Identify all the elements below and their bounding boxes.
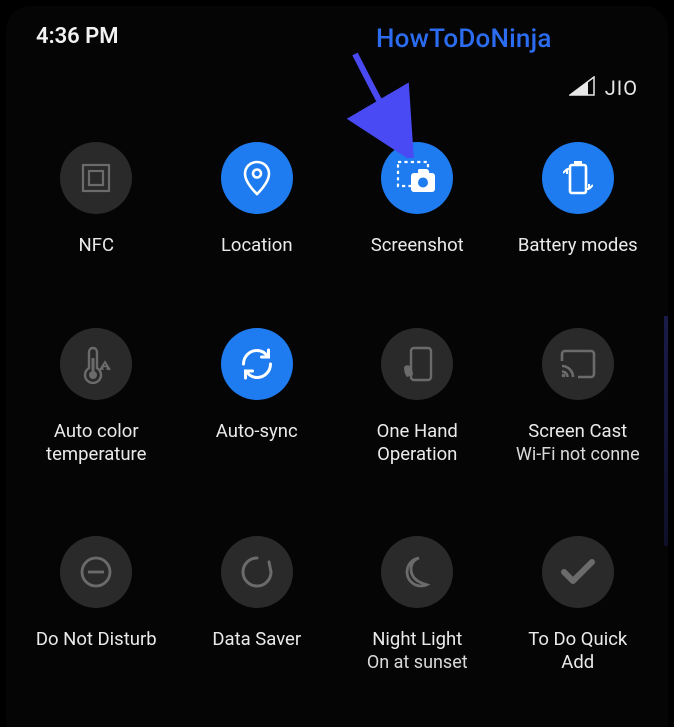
tile-location[interactable]: Location — [177, 142, 338, 258]
tile-label: One Hand Operation — [375, 420, 460, 466]
carrier-label: JIO — [605, 76, 638, 100]
nfc-icon — [60, 142, 132, 214]
tile-label: To Do Quick Add — [526, 628, 629, 674]
tile-todo-quick-add[interactable]: To Do Quick Add — [498, 536, 659, 674]
tile-label: Auto color temperature — [44, 420, 148, 466]
tile-label: Location — [219, 234, 295, 258]
tile-auto-sync[interactable]: Auto-sync — [177, 328, 338, 466]
tile-label: Screen Cast — [526, 420, 629, 444]
tile-sublabel: On at sunset — [367, 652, 468, 674]
tile-sublabel: Wi-Fi not conne — [516, 444, 640, 466]
one-hand-icon — [381, 328, 453, 400]
tile-auto-color-temp[interactable]: Auto color temperature — [16, 328, 177, 466]
decorative-stripe — [664, 316, 668, 546]
tile-label: Night Light — [370, 628, 464, 652]
tile-label: Data Saver — [210, 628, 303, 652]
tile-data-saver[interactable]: Data Saver — [177, 536, 338, 674]
tile-nfc[interactable]: NFC — [16, 142, 177, 258]
moon-icon — [381, 536, 453, 608]
check-icon — [542, 536, 614, 608]
tile-label: Auto-sync — [214, 420, 300, 444]
tile-label: NFC — [77, 234, 116, 258]
clock: 4:36 PM — [36, 24, 119, 49]
data-saver-icon — [221, 536, 293, 608]
cast-icon — [542, 328, 614, 400]
thermometer-icon — [60, 328, 132, 400]
annotation-arrow-icon — [320, 48, 430, 158]
sync-icon — [221, 328, 293, 400]
tile-dnd[interactable]: Do Not Disturb — [16, 536, 177, 674]
tile-screen-cast[interactable]: Screen Cast Wi-Fi not conne — [498, 328, 659, 466]
signal-icon — [569, 76, 595, 100]
tiles-grid: NFC Location Screenshot — [6, 114, 668, 675]
tile-battery-modes[interactable]: Battery modes — [498, 142, 659, 258]
tile-label: Screenshot — [369, 234, 466, 258]
dnd-icon — [60, 536, 132, 608]
location-icon — [221, 142, 293, 214]
tile-label: Do Not Disturb — [34, 628, 159, 652]
tile-screenshot[interactable]: Screenshot — [337, 142, 498, 258]
tile-one-hand[interactable]: One Hand Operation — [337, 328, 498, 466]
tile-label: Battery modes — [516, 234, 640, 258]
tile-night-light[interactable]: Night Light On at sunset — [337, 536, 498, 674]
battery-icon — [542, 142, 614, 214]
